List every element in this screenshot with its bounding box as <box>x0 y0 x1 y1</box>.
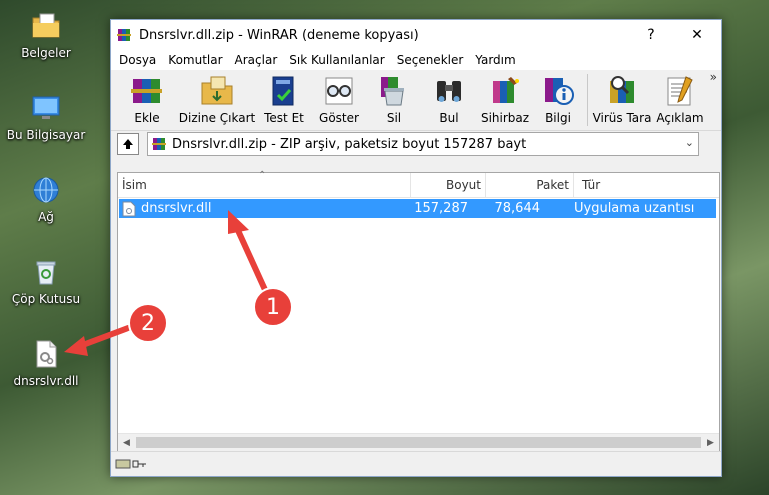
status-bar <box>111 451 721 476</box>
address-bar: Dnsrslvr.dll.zip - ZIP arşiv, paketsiz b… <box>111 131 721 157</box>
scroll-left-icon[interactable]: ◀ <box>118 434 135 451</box>
test-label: Test Et <box>264 111 304 125</box>
zip-archive-icon <box>152 138 166 150</box>
menu-tools[interactable]: Araçlar <box>229 53 284 67</box>
network-icon <box>33 177 59 203</box>
menu-file[interactable]: Dosya <box>113 53 162 67</box>
title-bar[interactable]: Dnsrslvr.dll.zip - WinRAR (deneme kopyas… <box>111 20 721 50</box>
window-title: Dnsrslvr.dll.zip - WinRAR (deneme kopyas… <box>139 27 419 43</box>
column-header-type[interactable]: Tür <box>574 173 717 197</box>
file-packed-cell: 78,644 <box>494 201 541 216</box>
dll-file-icon <box>122 201 136 216</box>
menu-commands[interactable]: Komutlar <box>162 53 228 67</box>
horizontal-scrollbar[interactable]: ◀ ▶ <box>118 433 719 451</box>
winrar-window: Dnsrslvr.dll.zip - WinRAR (deneme kopyas… <box>110 19 722 477</box>
menu-help[interactable]: Yardım <box>469 53 521 67</box>
extract-to-button[interactable]: Dizine Çıkart <box>177 70 257 128</box>
wizard-button[interactable]: Sihirbaz <box>477 70 533 128</box>
scroll-right-icon[interactable]: ▶ <box>702 434 719 451</box>
view-button[interactable]: Göster <box>311 70 367 128</box>
column-name-label: İsim <box>122 178 147 192</box>
view-glasses-icon <box>325 77 353 105</box>
desktop-icon-dnsrslvr-dll[interactable]: dnsrslvr.dll <box>4 338 88 388</box>
desktop-icon-network[interactable]: Ağ <box>4 174 88 224</box>
callout-badge-1: 1 <box>253 287 293 327</box>
find-button[interactable]: Bul <box>421 70 477 128</box>
column-size-label: Boyut <box>446 178 481 192</box>
table-row[interactable]: dnsrslvr.dll 157,287 78,644 Uygulama uza… <box>119 199 716 218</box>
archive-path-text: Dnsrslvr.dll.zip - ZIP arşiv, paketsiz b… <box>172 136 527 152</box>
virus-scan-icon <box>610 76 634 103</box>
wizard-icon <box>493 77 519 103</box>
file-name: dnsrslvr.dll <box>141 201 212 216</box>
test-book-icon <box>272 76 294 106</box>
info-label: Bilgi <box>545 111 571 125</box>
chevron-down-icon[interactable]: ⌄ <box>685 136 694 149</box>
desktop-icon-recycle-bin[interactable]: Çöp Kutusu <box>4 256 88 306</box>
computer-icon <box>32 96 60 119</box>
column-packed-label: Paket <box>536 178 569 192</box>
comment-label: Açıklam <box>656 111 704 125</box>
add-label: Ekle <box>134 111 160 125</box>
column-header-size[interactable]: Boyut <box>411 173 486 197</box>
winrar-app-icon <box>117 29 131 41</box>
comment-icon <box>667 76 693 106</box>
virus-scan-button[interactable]: Virüs Tara <box>592 70 652 128</box>
delete-button[interactable]: Sil <box>367 70 421 128</box>
toolbar: Ekle Dizine Çıkart Test Et Göster Sil Bu… <box>111 70 721 131</box>
column-type-label: Tür <box>582 178 601 192</box>
help-button[interactable]: ? <box>629 20 673 50</box>
menu-favorites[interactable]: Sık Kullanılanlar <box>283 53 390 67</box>
comment-button[interactable]: Açıklam <box>652 70 708 128</box>
callout-badge-2: 2 <box>128 303 168 343</box>
desktop-icon-label: Belgeler <box>21 46 71 60</box>
file-size-cell: 157,287 <box>414 201 468 216</box>
desktop-icon-documents[interactable]: Belgeler <box>4 10 88 60</box>
sort-up-icon: ⌃ <box>258 170 267 181</box>
file-list-header: İsim Boyut Paket Tür ⌃ <box>118 170 719 198</box>
view-label: Göster <box>319 111 359 125</box>
books-add-icon <box>131 79 162 103</box>
toolbar-more-button[interactable]: » <box>710 70 717 84</box>
file-type-cell: Uygulama uzantısı <box>574 201 695 216</box>
file-name-cell: dnsrslvr.dll <box>119 201 411 217</box>
desktop-icon-this-pc[interactable]: Bu Bilgisayar <box>4 92 88 142</box>
desktop-icon-label: dnsrslvr.dll <box>13 374 79 388</box>
file-list: İsim Boyut Paket Tür ⌃ dnsrslvr.dll 157,… <box>117 170 720 452</box>
info-icon <box>545 78 574 105</box>
desktop-icon-label: Ağ <box>38 210 54 224</box>
find-label: Bul <box>439 111 459 125</box>
desktop-icon-label: Bu Bilgisayar <box>6 128 86 142</box>
extract-to-label: Dizine Çıkart <box>178 111 256 125</box>
recycle-bin-icon <box>36 261 56 285</box>
dll-file-icon <box>36 340 57 368</box>
up-arrow-icon <box>123 139 133 149</box>
close-button[interactable]: ✕ <box>675 20 719 50</box>
column-header-packed[interactable]: Paket <box>486 173 574 197</box>
desktop-icon-label: Çöp Kutusu <box>11 292 81 306</box>
binoculars-icon <box>437 81 461 102</box>
menu-options[interactable]: Seçenekler <box>391 53 470 67</box>
extract-folder-icon <box>201 76 233 105</box>
test-button[interactable]: Test Et <box>257 70 311 128</box>
wizard-label: Sihirbaz <box>480 111 530 125</box>
folder-icon <box>32 13 60 38</box>
up-folder-button[interactable] <box>117 133 139 155</box>
delete-label: Sil <box>386 111 402 125</box>
info-button[interactable]: Bilgi <box>533 70 583 128</box>
add-button[interactable]: Ekle <box>117 70 177 128</box>
scrollbar-thumb[interactable] <box>136 437 701 448</box>
delete-icon <box>381 77 404 106</box>
drive-key-icon <box>115 459 146 469</box>
menu-bar: Dosya Komutlar Araçlar Sık Kullanılanlar… <box>111 50 721 70</box>
archive-path-combobox[interactable]: Dnsrslvr.dll.zip - ZIP arşiv, paketsiz b… <box>147 132 699 156</box>
virus-scan-label: Virüs Tara <box>592 111 652 125</box>
toolbar-separator <box>587 74 588 126</box>
